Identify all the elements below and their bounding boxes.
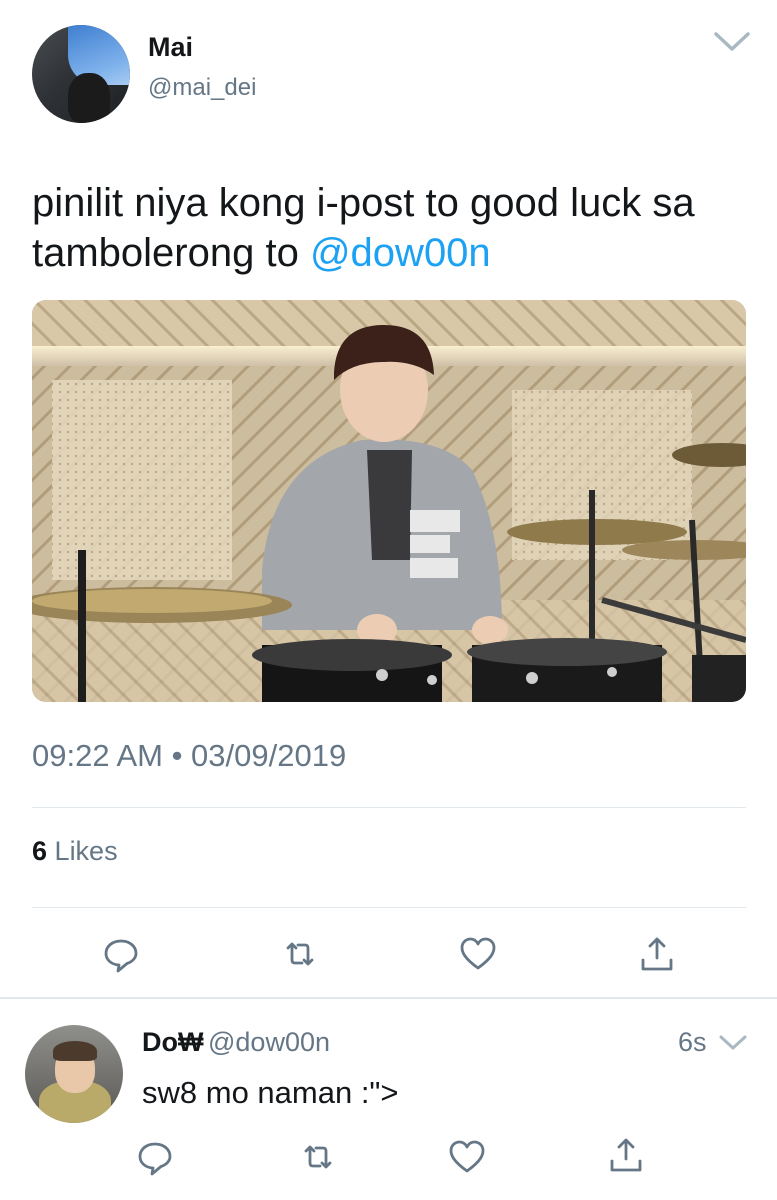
divider bbox=[32, 807, 746, 808]
divider bbox=[32, 907, 746, 908]
reply-icon[interactable] bbox=[101, 934, 141, 974]
tweet-timestamp: 09:22 AM • 03/09/2019 bbox=[32, 738, 347, 773]
author-display-name[interactable]: Mai bbox=[148, 32, 193, 63]
author-avatar[interactable] bbox=[32, 25, 130, 123]
share-icon[interactable] bbox=[637, 934, 677, 974]
tweet-media-image[interactable] bbox=[32, 300, 746, 702]
reply-author-handle[interactable]: @dow00n bbox=[208, 1027, 330, 1058]
chevron-down-icon[interactable] bbox=[718, 1033, 748, 1053]
chevron-down-icon[interactable] bbox=[712, 30, 752, 54]
share-icon[interactable] bbox=[606, 1135, 646, 1175]
avatar-silhouette bbox=[68, 73, 110, 123]
mention-link[interactable]: @dow00n bbox=[310, 231, 491, 275]
reply-text: sw8 mo naman :"> bbox=[142, 1075, 399, 1110]
retweet-icon[interactable] bbox=[280, 934, 320, 974]
reply-author-name[interactable]: Do₩ bbox=[142, 1027, 203, 1058]
likes-count[interactable]: 6 Likes bbox=[32, 836, 118, 867]
tweet-text: pinilit niya kong i-post to good luck sa… bbox=[32, 178, 742, 278]
section-divider bbox=[0, 997, 777, 999]
likes-number: 6 bbox=[32, 836, 48, 866]
reply-time: 6s bbox=[678, 1027, 707, 1057]
retweet-icon[interactable] bbox=[298, 1137, 338, 1177]
reply-author-avatar[interactable] bbox=[25, 1025, 123, 1123]
reply-icon[interactable] bbox=[135, 1137, 175, 1177]
avatar-hair bbox=[53, 1041, 97, 1061]
likes-label: Likes bbox=[54, 836, 118, 866]
like-icon[interactable] bbox=[458, 934, 498, 974]
drummer-photo bbox=[32, 300, 746, 702]
author-handle[interactable]: @mai_dei bbox=[148, 74, 256, 102]
like-icon[interactable] bbox=[447, 1137, 487, 1177]
